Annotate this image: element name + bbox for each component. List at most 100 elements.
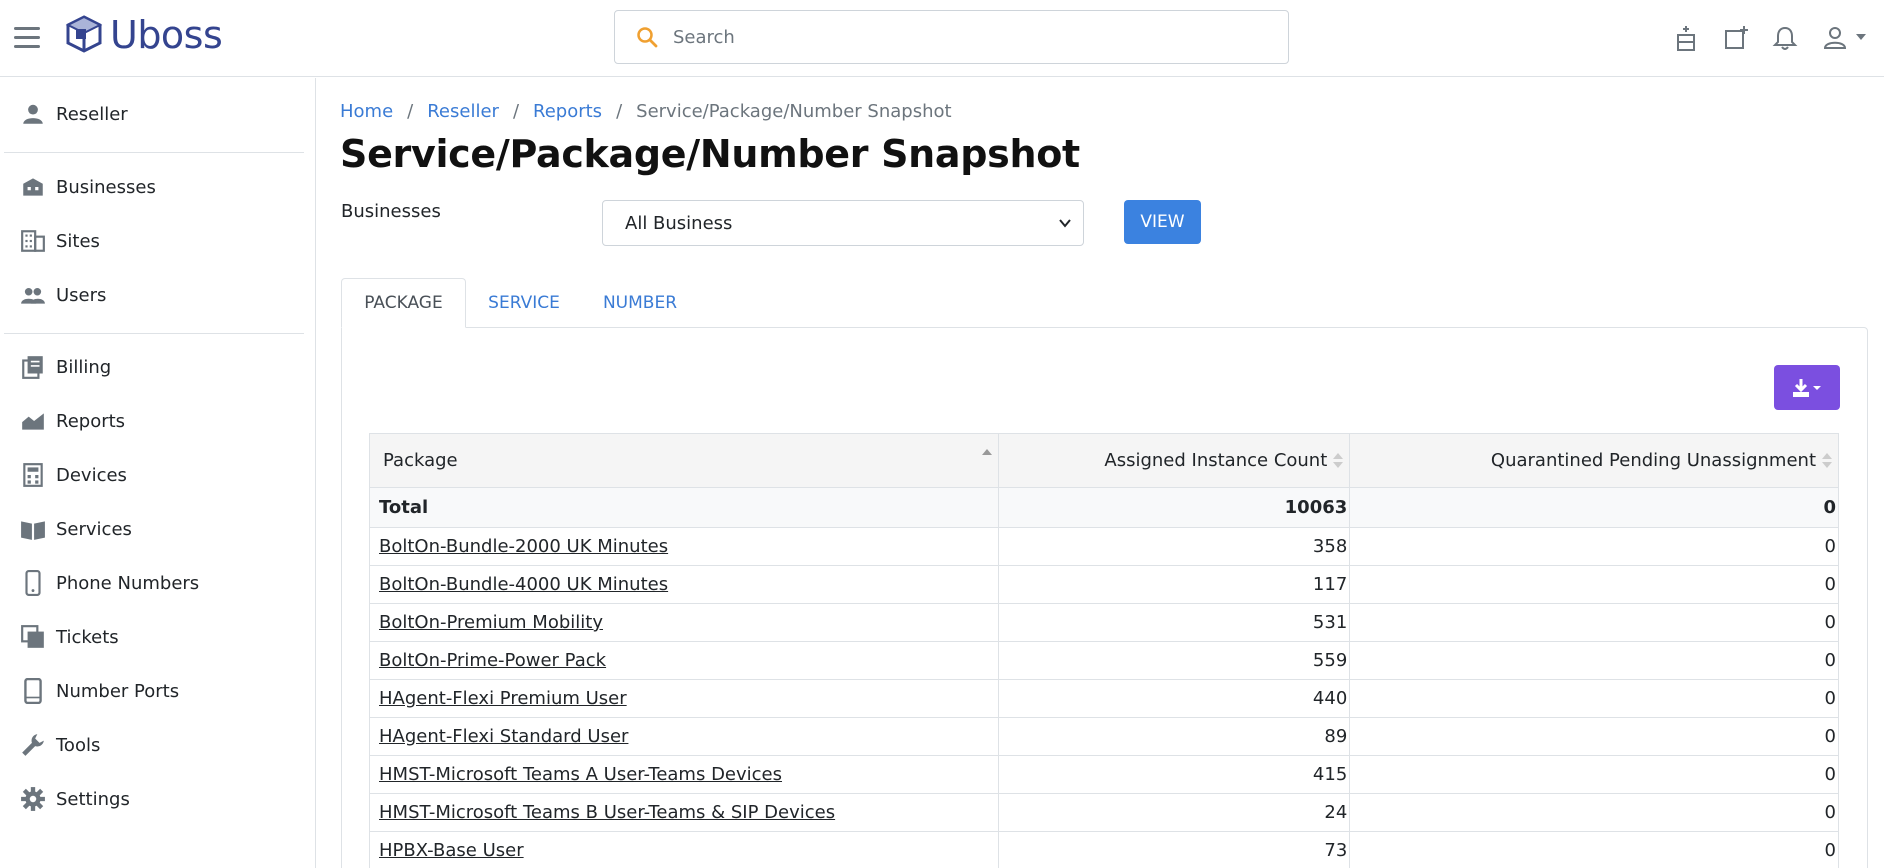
sidebar-item-users[interactable]: Users <box>0 273 316 317</box>
quarantined-count: 0 <box>1349 755 1839 794</box>
chevron-down-icon <box>1059 219 1071 228</box>
sort-icon <box>1333 453 1344 468</box>
quarantined-count: 0 <box>1349 717 1839 756</box>
billing-icon <box>22 356 43 379</box>
total-assigned: 10063 <box>997 487 1351 528</box>
package-link[interactable]: HMST-Microsoft Teams B User-Teams & SIP … <box>379 802 835 823</box>
businesses-select[interactable]: All Business <box>602 200 1084 246</box>
view-button[interactable]: VIEW <box>1124 200 1201 244</box>
sidebar-item-reseller[interactable]: Reseller <box>0 92 316 136</box>
assigned-count: 89 <box>997 717 1351 756</box>
table-row: BoltOn-Premium Mobility 531 0 <box>369 603 1839 642</box>
businesses-select-value: All Business <box>625 212 733 234</box>
assigned-count: 358 <box>997 527 1351 566</box>
sidebar-item-label: Number Ports <box>56 680 180 702</box>
breadcrumb: Home / Reseller / Reports / Service/Pack… <box>340 98 952 124</box>
quarantined-count: 0 <box>1349 831 1839 868</box>
gear-icon <box>21 787 45 811</box>
sidebar-item-devices[interactable]: Devices <box>0 453 316 497</box>
sidebar-item-label: Billing <box>56 356 112 378</box>
person-icon <box>23 104 43 124</box>
cube-logo-icon <box>65 15 103 53</box>
package-link[interactable]: HAgent-Flexi Premium User <box>379 688 627 709</box>
sidebar-item-tools[interactable]: Tools <box>0 723 316 767</box>
add-ticket-icon[interactable] <box>1722 24 1750 52</box>
tab-number[interactable]: NUMBER <box>582 278 698 328</box>
sidebar-item-label: Users <box>56 284 107 306</box>
column-header-label: Assigned Instance Count <box>1104 450 1328 471</box>
table-row: HAgent-Flexi Standard User 89 0 <box>369 717 1839 756</box>
wrench-icon <box>22 734 44 756</box>
package-link[interactable]: BoltOn-Bundle-2000 UK Minutes <box>379 536 668 557</box>
sidebar-item-label: Tools <box>56 734 101 756</box>
mobile-icon <box>24 678 42 704</box>
quarantined-count: 0 <box>1349 603 1839 642</box>
total-quarantined: 0 <box>1349 487 1839 528</box>
book-icon <box>21 521 45 540</box>
bell-icon[interactable] <box>1771 24 1799 52</box>
breadcrumb-reseller[interactable]: Reseller <box>427 101 499 122</box>
assigned-count: 73 <box>997 831 1351 868</box>
sidebar-item-label: Phone Numbers <box>56 572 200 594</box>
sort-ascending-icon <box>981 449 992 455</box>
package-link[interactable]: BoltOn-Bundle-4000 UK Minutes <box>379 574 668 595</box>
sidebar-item-label: Sites <box>56 230 100 252</box>
search-icon <box>637 27 658 48</box>
package-link[interactable]: HMST-Microsoft Teams A User-Teams Device… <box>379 764 782 785</box>
breadcrumb-reports[interactable]: Reports <box>533 101 602 122</box>
tab-package[interactable]: PACKAGE <box>341 278 466 328</box>
sidebar-item-label: Devices <box>56 464 127 486</box>
phone-icon <box>25 570 41 596</box>
sidebar-item-phone-numbers[interactable]: Phone Numbers <box>0 561 316 605</box>
package-link[interactable]: BoltOn-Prime-Power Pack <box>379 650 606 671</box>
sidebar-divider <box>4 333 304 334</box>
breadcrumb-home[interactable]: Home <box>340 101 393 122</box>
top-bar: Uboss <box>0 0 1884 77</box>
businesses-filter-label: Businesses <box>341 201 441 222</box>
sidebar-item-label: Reports <box>56 410 126 432</box>
quarantined-count: 0 <box>1349 565 1839 604</box>
sidebar-item-tickets[interactable]: Tickets <box>0 615 316 659</box>
breadcrumb-current: Service/Package/Number Snapshot <box>636 100 952 122</box>
column-header-assigned[interactable]: Assigned Instance Count <box>997 433 1351 488</box>
search-box[interactable] <box>614 10 1289 64</box>
sidebar-item-sites[interactable]: Sites <box>0 219 316 263</box>
table-row: HMST-Microsoft Teams B User-Teams & SIP … <box>369 793 1839 832</box>
brand-name: Uboss <box>110 13 223 57</box>
add-site-icon[interactable] <box>1672 24 1700 52</box>
download-icon <box>1793 378 1821 397</box>
office-building-icon <box>21 230 45 252</box>
quarantined-count: 0 <box>1349 641 1839 680</box>
assigned-count: 117 <box>997 565 1351 604</box>
user-account-icon[interactable] <box>1821 24 1849 52</box>
sidebar-item-reports[interactable]: Reports <box>0 399 316 443</box>
package-link[interactable]: HAgent-Flexi Standard User <box>379 726 628 747</box>
quarantined-count: 0 <box>1349 793 1839 832</box>
chevron-down-icon[interactable] <box>1856 34 1866 40</box>
package-link[interactable]: HPBX-Base User <box>379 840 524 861</box>
table-row: HAgent-Flexi Premium User 440 0 <box>369 679 1839 718</box>
sidebar-divider <box>4 152 304 153</box>
sidebar-item-businesses[interactable]: Businesses <box>0 165 316 209</box>
search-input[interactable] <box>673 26 1233 48</box>
calculator-icon <box>23 463 43 487</box>
table-total-row: Total 10063 0 <box>369 487 1839 528</box>
assigned-count: 559 <box>997 641 1351 680</box>
sidebar-item-settings[interactable]: Settings <box>0 777 316 821</box>
menu-icon[interactable] <box>14 27 40 49</box>
page-title: Service/Package/Number Snapshot <box>340 132 1080 176</box>
table-row: HMST-Microsoft Teams A User-Teams Device… <box>369 755 1839 794</box>
table-row: HPBX-Base User 73 0 <box>369 831 1839 868</box>
column-header-label: Package <box>383 450 458 471</box>
column-header-quarantined[interactable]: Quarantined Pending Unassignment <box>1349 433 1839 488</box>
sidebar-item-services[interactable]: Services <box>0 507 316 551</box>
chart-icon <box>22 413 44 430</box>
export-button[interactable] <box>1774 365 1840 410</box>
building-icon <box>23 178 43 196</box>
sidebar-item-billing[interactable]: Billing <box>0 345 316 389</box>
column-header-package[interactable]: Package <box>369 433 999 488</box>
tab-service[interactable]: SERVICE <box>466 278 582 328</box>
package-link[interactable]: BoltOn-Premium Mobility <box>379 612 603 633</box>
brand-logo[interactable]: Uboss <box>62 12 223 58</box>
sidebar-item-number-ports[interactable]: Number Ports <box>0 669 316 713</box>
